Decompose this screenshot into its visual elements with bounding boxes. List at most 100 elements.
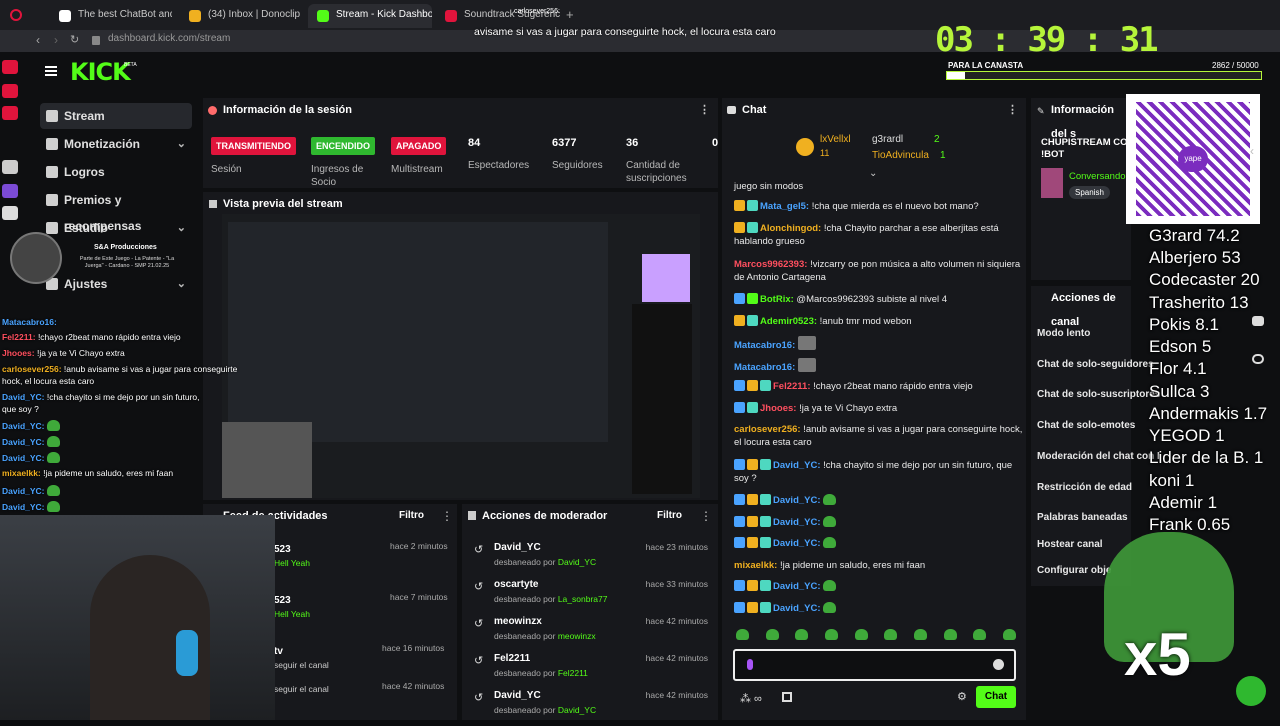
chat-message-2: Alonchingod: !cha Chayito parchar a ese … <box>734 222 999 247</box>
strip-chat-icon[interactable] <box>1252 316 1264 326</box>
strip-broadcast-icon[interactable] <box>1252 354 1264 364</box>
right-strip: ‹ <box>1246 140 1270 380</box>
overlay-chat-line: David_YC: <box>2 501 60 512</box>
leaderboard-entry: koni 1 <box>1149 471 1195 490</box>
support-icon[interactable] <box>1236 676 1266 706</box>
strip-x-icon[interactable] <box>2 206 18 220</box>
chat-icon <box>727 106 736 114</box>
emoji-icon[interactable] <box>993 659 1004 670</box>
activity-time: hace 7 minutos <box>390 592 448 602</box>
sidebar-item-estudio[interactable]: Estudio ⌄ <box>40 215 192 241</box>
back-icon[interactable]: ‹ <box>36 33 40 47</box>
new-tab-button[interactable]: + <box>566 7 574 22</box>
unban-icon: ↺ <box>474 618 484 630</box>
stat-espectadores: 84 <box>468 137 481 149</box>
chat-settings-icon[interactable]: ⚙ <box>957 690 967 703</box>
strip-collapse-icon[interactable]: ‹ <box>1250 144 1254 158</box>
option-solo-seguidores[interactable]: Chat de solo-seguidores <box>1037 359 1154 370</box>
quick-emote[interactable] <box>973 629 987 640</box>
pepe-emote <box>823 516 837 527</box>
strip-tiktok-icon[interactable] <box>2 160 18 174</box>
quick-emote[interactable] <box>854 629 868 640</box>
option-configurar-objetivos[interactable]: Configurar obje <box>1037 565 1111 576</box>
strip-instagram-icon[interactable] <box>2 106 18 120</box>
chat-message-13: David_YC: <box>734 516 1024 529</box>
moderator-more-icon[interactable]: ⋮ <box>700 509 712 523</box>
leaderboard-entry: Codecaster 20 <box>1149 270 1260 289</box>
sidebar-item-monetizacion[interactable]: Monetización ⌄ <box>40 131 192 157</box>
leaderboard-entry: Pokis 8.1 <box>1149 315 1219 334</box>
preview-icon <box>209 200 217 208</box>
pinned-collapse-icon[interactable]: ⌄ <box>869 168 877 179</box>
leaderboard-entry: G3rard 74.2 <box>1149 226 1240 245</box>
moderator-filter[interactable]: Filtro <box>657 510 682 521</box>
overlay-chat-line: David_YC: <box>2 485 60 496</box>
option-moderacion[interactable]: Moderación del chat con I <box>1037 451 1160 462</box>
quick-emote[interactable] <box>884 629 898 640</box>
channel-actions-title: Acciones de canal <box>1051 292 1116 328</box>
quick-emote[interactable] <box>1002 629 1016 640</box>
strip-twitch-icon[interactable] <box>2 184 18 198</box>
strip-logo-icon[interactable] <box>2 60 18 74</box>
chat-message-4: BotRix: @Marcos9962393 subiste al nivel … <box>734 293 1024 306</box>
chevron-down-icon: ⌄ <box>176 278 186 290</box>
quick-emote[interactable] <box>736 629 749 640</box>
option-palabras-baneadas[interactable]: Palabras baneadas <box>1037 512 1128 523</box>
option-modo-lento[interactable]: Modo lento <box>1037 328 1090 339</box>
chat-message-3: Marcos9962393: !vizcarry oe pon música a… <box>734 259 1021 283</box>
tab-donoclip[interactable]: (34) Inbox | Donoclip <box>180 4 304 28</box>
chat-store-icon[interactable] <box>782 692 792 702</box>
reload-icon[interactable]: ↻ <box>70 33 79 46</box>
option-solo-suscriptores[interactable]: Chat de solo-suscriptores <box>1037 389 1160 400</box>
chat-message-1: Mata_gel5: !cha que mierda es el nuevo b… <box>734 200 1024 213</box>
activity-row-2: 523 Hell Yeah hace 7 minutos <box>274 592 454 619</box>
strip-messenger-icon[interactable] <box>2 84 18 98</box>
quick-emote[interactable] <box>943 629 957 640</box>
gift-icon <box>46 194 58 206</box>
tab-kick-dashboard[interactable]: Stream - Kick Dashboard <box>308 4 432 28</box>
quick-emote[interactable] <box>765 629 779 640</box>
url-field[interactable]: dashboard.kick.com/stream <box>108 33 230 44</box>
pepe-emote <box>46 452 60 463</box>
option-solo-emotes[interactable]: Chat de solo-emotes <box>1037 420 1135 431</box>
chat-tools-icon[interactable]: ⁂ ∞ <box>740 692 762 705</box>
unban-icon: ↺ <box>474 692 484 704</box>
quick-emote[interactable] <box>795 629 809 640</box>
option-restriccion-edad[interactable]: Restricción de edad <box>1037 482 1132 493</box>
chat-title: Chat ⋮ <box>722 98 1026 122</box>
quick-emote[interactable] <box>913 629 927 640</box>
studio-icon <box>46 222 58 234</box>
gifter-2-count: 2 <box>934 134 940 145</box>
activity-row-1: 523 Hell Yeah hace 2 minutos <box>274 541 454 568</box>
chat-send-button[interactable]: Chat <box>976 686 1016 708</box>
forward-icon[interactable]: › <box>54 33 58 47</box>
sidebar-item-logros[interactable]: Logros <box>40 159 192 185</box>
stream-preview-video[interactable] <box>222 214 700 498</box>
sidebar-item-premios[interactable]: Premios y recompensas <box>40 187 192 233</box>
option-hostear-canal[interactable]: Hostear canal <box>1037 539 1103 550</box>
sidebar-item-ajustes[interactable]: Ajustes ⌄ <box>40 271 192 297</box>
donoclip-tab-icon <box>189 10 201 22</box>
emote-multiplier: x5 <box>1124 621 1191 688</box>
leaderboard-entry: Alberjero 53 <box>1149 248 1241 267</box>
activity-time: hace 16 minutos <box>382 643 445 653</box>
browser-logo-icon[interactable] <box>10 9 22 21</box>
sidebar-item-stream[interactable]: Stream <box>40 103 192 129</box>
caption-ingresos: Ingresos de Socio <box>311 164 364 188</box>
overlay-chat-line: mixaelkk: !ja pideme un saludo, eres mi … <box>2 468 174 478</box>
pinned-gifters: lxVellxl 11 g3rardl 2 TioAdvincula 1 <box>796 132 976 164</box>
chat-input[interactable] <box>733 649 1016 681</box>
chat-more-icon[interactable]: ⋮ <box>1007 98 1018 122</box>
leaderboard-entry: Lider de la B. 1 <box>1149 448 1264 467</box>
mic-icon[interactable] <box>747 659 753 670</box>
activity-more-icon[interactable]: ⋮ <box>441 509 453 523</box>
activity-filter[interactable]: Filtro <box>399 510 424 521</box>
tab-chatbot[interactable]: The best ChatBot and <box>50 4 172 28</box>
more-icon[interactable]: ⋮ <box>699 98 710 122</box>
leaderboard-entry: Sullca 3 <box>1149 382 1210 401</box>
pepe-emote <box>46 436 60 447</box>
activity-row-3: tv seguir el canal hace 16 minutos <box>274 643 454 670</box>
kick-logo[interactable]: KICK <box>70 58 131 86</box>
info-stream-title: CHUPISTREAM CO !BOT <box>1041 137 1128 160</box>
quick-emote[interactable] <box>824 629 838 640</box>
